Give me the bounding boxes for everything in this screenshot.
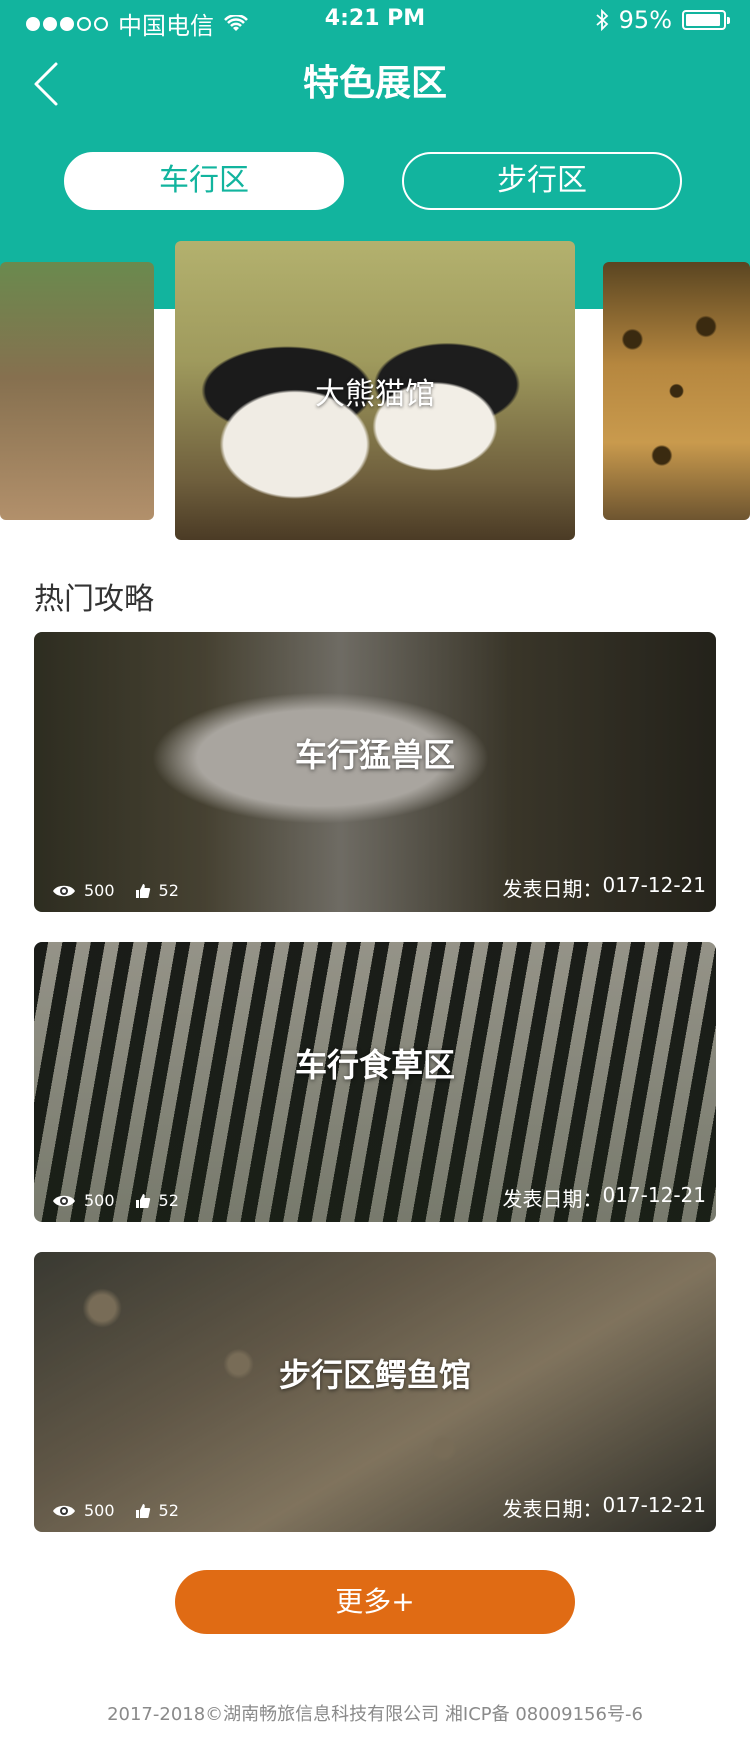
like-count: 52 <box>158 1501 179 1520</box>
guide-card[interactable]: 车行猛兽区 500 52 发表日期： 017-12-21 <box>34 632 716 912</box>
date-label: 发表日期： <box>502 1497 603 1521</box>
tab-car-zone[interactable]: 车行区 <box>64 152 344 210</box>
like-count: 52 <box>158 1191 179 1210</box>
thumbs-up-icon <box>135 1193 150 1208</box>
date-value: 017-12-21 <box>602 1493 706 1517</box>
battery-fill <box>686 14 721 26</box>
more-button[interactable]: 更多+ <box>175 1570 575 1634</box>
thumbs-up-icon <box>135 1503 150 1518</box>
carousel-card-ostrich[interactable] <box>0 262 154 520</box>
carousel-card-panda[interactable]: 大熊猫馆 <box>175 241 575 540</box>
guide-title: 车行食草区 <box>294 1046 455 1084</box>
battery-icon <box>682 10 730 30</box>
battery-percent: 95% <box>618 6 672 34</box>
guide-date: 发表日期： 017-12-21 <box>502 1183 706 1212</box>
guide-title: 车行猛兽区 <box>294 736 455 774</box>
view-count: 500 <box>84 881 115 900</box>
view-count: 500 <box>84 1501 115 1520</box>
tab-walk-zone[interactable]: 步行区 <box>402 152 682 210</box>
view-count: 500 <box>84 1191 115 1210</box>
status-right: 95% <box>595 6 730 34</box>
footer-copyright: 2017-2018©湖南畅旅信息科技有限公司 湘ICP备 08009156号-6 <box>107 1704 643 1725</box>
date-label: 发表日期： <box>502 1187 603 1211</box>
eye-icon <box>53 1195 75 1206</box>
eye-icon <box>53 885 75 896</box>
eye-icon <box>53 1505 75 1516</box>
carousel-card-label: 大熊猫馆 <box>315 376 435 412</box>
guide-date: 发表日期： 017-12-21 <box>502 873 706 902</box>
guide-card[interactable]: 步行区鳄鱼馆 500 52 发表日期： 017-12-21 <box>34 1252 716 1532</box>
guide-card[interactable]: 车行食草区 500 52 发表日期： 017-12-21 <box>34 942 716 1222</box>
thumbs-up-icon <box>135 883 150 898</box>
carousel-card-leopard[interactable] <box>603 262 750 520</box>
guide-stats: 500 52 <box>52 1501 191 1520</box>
guide-stats: 500 52 <box>52 881 191 900</box>
guide-date: 发表日期： 017-12-21 <box>502 1493 706 1522</box>
date-value: 017-12-21 <box>602 873 706 897</box>
like-count: 52 <box>158 881 179 900</box>
date-value: 017-12-21 <box>602 1183 706 1207</box>
page-title: 特色展区 <box>302 63 447 104</box>
bluetooth-icon <box>596 9 608 31</box>
date-label: 发表日期： <box>502 877 603 901</box>
guide-title: 步行区鳄鱼馆 <box>278 1356 471 1394</box>
section-title: 热门攻略 <box>34 582 154 617</box>
status-bar: 中国电信 4:21 PM 95% <box>0 0 750 40</box>
guide-stats: 500 52 <box>52 1191 191 1210</box>
